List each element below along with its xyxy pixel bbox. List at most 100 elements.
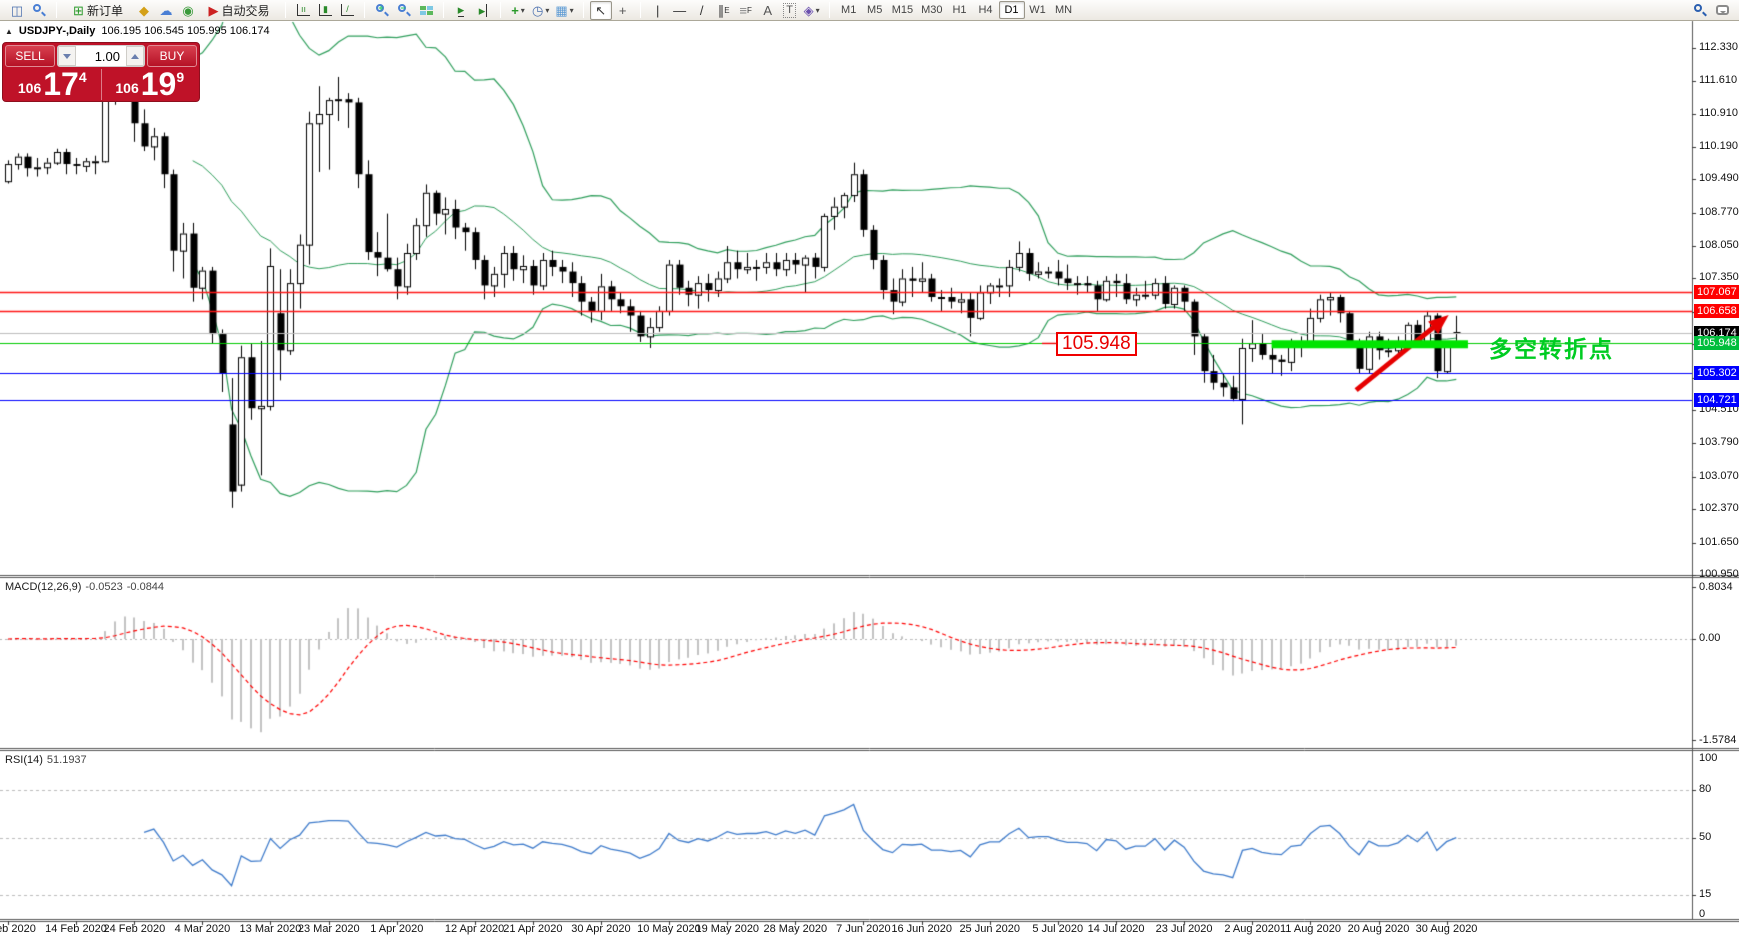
- templates-button[interactable]: ▦ ▾: [552, 1, 576, 20]
- chat-button[interactable]: [1711, 1, 1733, 20]
- main-toolbar: ◫ ⊞ 新订单 ◆ ☁ ◉ ▶ 自动交易 ıı ▮ / + − ▸ ▸ + ▾ ◷…: [0, 0, 1739, 21]
- chart-shift-button[interactable]: ▸: [472, 1, 494, 20]
- market-watch-icon: ◆: [139, 2, 149, 18]
- volume-up-button[interactable]: [126, 46, 144, 66]
- collapse-panel-arrow[interactable]: ▲: [5, 27, 13, 36]
- price-annotation-box[interactable]: 105.948: [1056, 332, 1137, 356]
- timeframe-W1[interactable]: W1: [1025, 1, 1051, 19]
- new-order-icon: ⊞: [73, 2, 84, 18]
- price-axis-label: 111.610: [1699, 74, 1738, 87]
- trendline-icon: /: [699, 2, 704, 18]
- periods-icon: ◷: [532, 2, 544, 18]
- rsi-scale-label: 50: [1699, 831, 1712, 844]
- rsi-scale-label: 15: [1699, 887, 1712, 900]
- text-button[interactable]: A: [757, 1, 779, 20]
- timeframe-M1[interactable]: M1: [836, 1, 862, 19]
- channel-button[interactable]: ∥ E: [713, 1, 735, 20]
- sell-price-big: 17: [43, 66, 79, 102]
- timeframe-H1[interactable]: H1: [947, 1, 973, 19]
- timeframe-D1[interactable]: D1: [998, 1, 1025, 19]
- macd-value-2: -0.0844: [126, 581, 165, 593]
- timeframe-M30[interactable]: M30: [917, 1, 946, 19]
- buy-price[interactable]: 106 19 9: [103, 66, 198, 102]
- sell-price-prefix: 106: [17, 80, 42, 96]
- sell-price-sup: 4: [78, 69, 87, 85]
- line-chart-icon: /: [340, 4, 354, 16]
- auto-scroll-button[interactable]: ▸: [450, 1, 472, 20]
- zoom-in-icon: +: [376, 3, 389, 17]
- price-tag: 104.721: [1694, 393, 1739, 408]
- rsi-scale-label: 0: [1699, 908, 1706, 920]
- new-order-button[interactable]: ⊞ 新订单: [63, 1, 133, 20]
- indicators-button[interactable]: + ▾: [507, 1, 529, 20]
- rsi-name: RSI(14): [5, 754, 43, 766]
- sell-price[interactable]: 106 17 4: [5, 66, 100, 102]
- cursor-button[interactable]: ↖: [589, 0, 612, 20]
- price-axis-label: 110.190: [1699, 139, 1738, 152]
- line-chart-button[interactable]: /: [336, 1, 358, 20]
- crosshair-button[interactable]: +: [612, 1, 634, 20]
- trendline-button[interactable]: /: [691, 1, 713, 20]
- horizontal-line-button[interactable]: —: [669, 1, 691, 20]
- timeframe-M5[interactable]: M5: [862, 1, 888, 19]
- timeframe-MN[interactable]: MN: [1051, 1, 1077, 19]
- price-tag: 106.658: [1694, 303, 1739, 318]
- fibonacci-button[interactable]: ≡ F: [735, 1, 757, 20]
- price-axis-label: 100.950: [1699, 568, 1739, 580]
- price-axis-label: 112.330: [1699, 40, 1738, 53]
- zoom-out-button[interactable]: −: [393, 1, 415, 20]
- arrows-button[interactable]: ◈ ▾: [801, 1, 823, 20]
- volume-up-icon: [131, 53, 139, 59]
- indicators-caret-icon: ▾: [520, 5, 525, 15]
- terminal-button[interactable]: ◫: [6, 1, 28, 20]
- auto-scroll-icon: ▸: [457, 2, 465, 17]
- vertical-line-button[interactable]: |: [647, 1, 669, 20]
- price-axis-label: 108.050: [1699, 239, 1739, 252]
- arrows-caret-icon: ▾: [815, 5, 820, 15]
- volume-down-icon: [63, 53, 71, 59]
- periods-button[interactable]: ◷ ▾: [529, 1, 552, 20]
- bar-chart-icon: ıı: [296, 4, 310, 16]
- volume-down-button[interactable]: [58, 46, 76, 66]
- price-tag: 105.948: [1694, 336, 1739, 351]
- rsi-value: 51.1937: [46, 754, 87, 766]
- symbol-period-label: USDJPY-,Daily: [18, 25, 96, 37]
- buy-price-big: 19: [140, 66, 177, 102]
- buy-price-sup: 9: [176, 69, 185, 85]
- signals-button[interactable]: ◉: [177, 1, 199, 20]
- search-button[interactable]: [1689, 1, 1711, 20]
- volume-input[interactable]: 1.00: [76, 46, 126, 66]
- terminal-icon: ◫: [10, 2, 24, 18]
- chat-icon: [1715, 5, 1729, 15]
- autotrading-icon: ▶: [208, 2, 219, 18]
- candle-chart-button[interactable]: ▮: [314, 1, 336, 20]
- chart-canvas[interactable]: [0, 0, 1739, 938]
- autotrading-button[interactable]: ▶ 自动交易: [199, 1, 279, 20]
- timeframe-H4[interactable]: H4: [973, 1, 999, 19]
- macd-label: MACD(12,26,9) -0.0523 -0.0844: [5, 581, 164, 593]
- new-order-label: 新订单: [86, 3, 123, 18]
- zoom-out-icon: −: [398, 3, 411, 17]
- bar-chart-button[interactable]: ıı: [292, 1, 314, 20]
- price-tag: 107.067: [1694, 284, 1739, 299]
- chart-shift-icon: ▸: [478, 2, 488, 18]
- macd-scale-label: -1.5784: [1699, 734, 1737, 746]
- tile-windows-button[interactable]: [415, 1, 437, 20]
- turning-point-annotation[interactable]: 多空转折点: [1489, 330, 1614, 364]
- ohlc-values: 106.195 106.545 105.995 106.174: [101, 25, 270, 37]
- text-label-button[interactable]: T: [779, 1, 801, 20]
- tester-button[interactable]: [28, 1, 50, 20]
- zoom-in-button[interactable]: +: [371, 1, 393, 20]
- price-axis-label: 110.910: [1699, 106, 1738, 119]
- tester-icon: [33, 4, 46, 17]
- sell-button[interactable]: SELL: [5, 45, 55, 67]
- market-watch-button[interactable]: ◆: [133, 1, 155, 20]
- chart-title: ▲ USDJPY-,Daily 106.195 106.545 105.995 …: [5, 25, 270, 37]
- price-tag: 105.302: [1694, 366, 1739, 381]
- indicators-icon: +: [511, 2, 519, 18]
- timeframe-M15[interactable]: M15: [888, 1, 917, 19]
- text-icon: A: [763, 2, 772, 18]
- price-axis-label: 109.490: [1699, 172, 1739, 185]
- navigator-button[interactable]: ☁: [155, 1, 177, 20]
- buy-button[interactable]: BUY: [147, 45, 197, 67]
